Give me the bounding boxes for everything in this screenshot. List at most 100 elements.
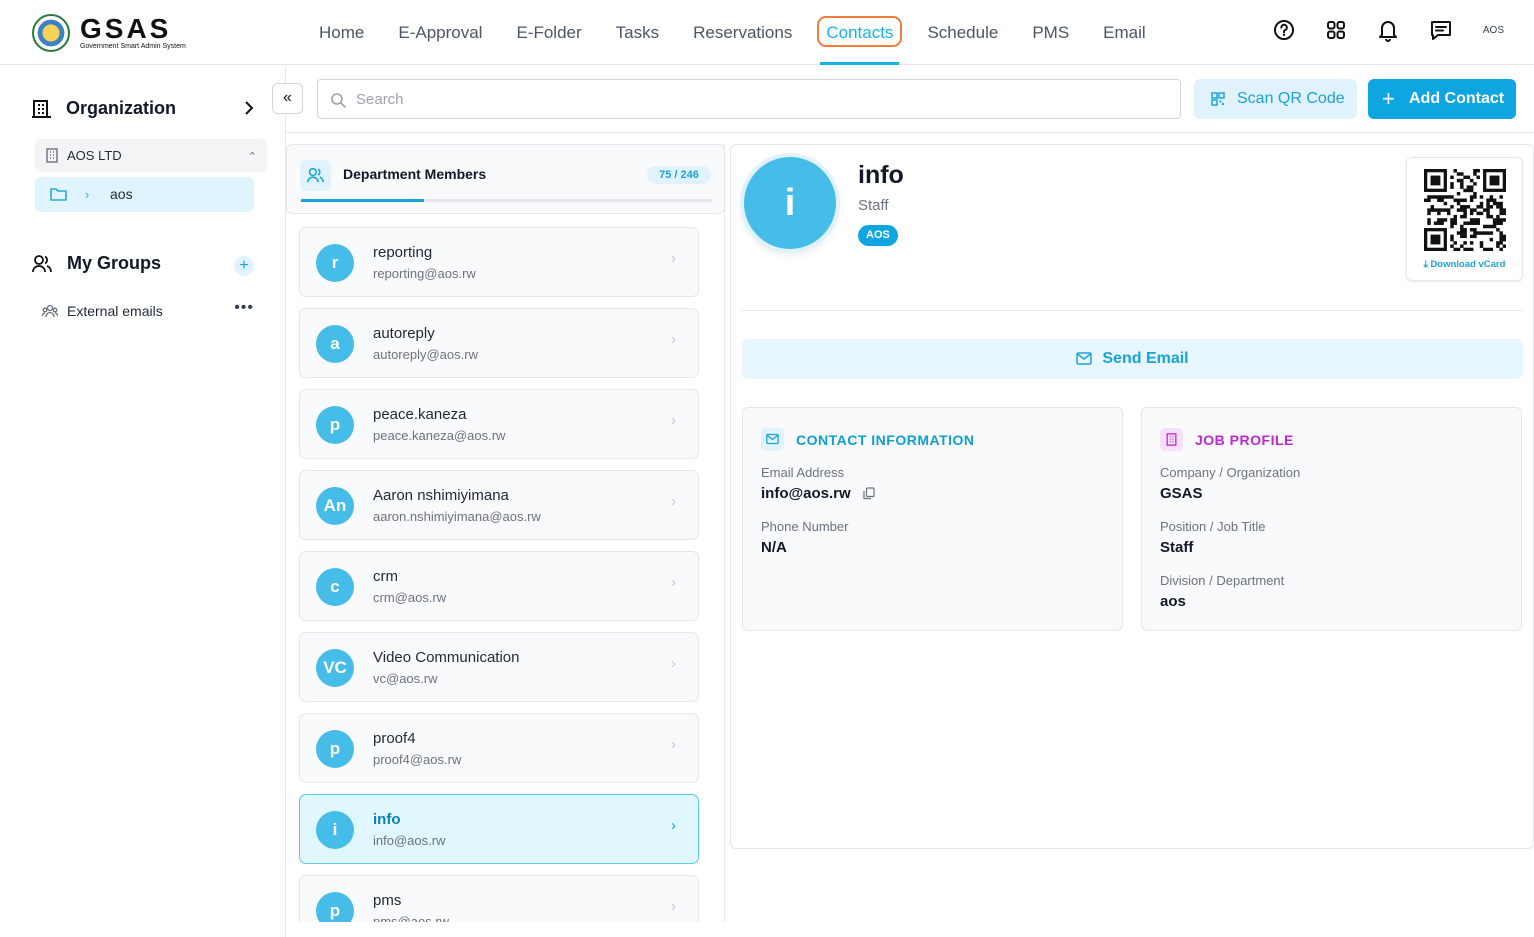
user-avatar[interactable]: AOS bbox=[1483, 25, 1504, 36]
company-label: Company / Organization bbox=[1160, 465, 1301, 480]
contact-information-heading: CONTACT INFORMATION bbox=[796, 432, 975, 448]
nav-pms[interactable]: PMS bbox=[1015, 0, 1086, 65]
search-icon bbox=[331, 93, 346, 108]
contact-item-email: vc@aos.rw bbox=[373, 671, 438, 686]
double-chevron-left-icon: « bbox=[283, 89, 292, 106]
more-options-icon[interactable]: ••• bbox=[234, 299, 254, 317]
apps-grid-icon[interactable] bbox=[1325, 19, 1347, 41]
users-icon bbox=[32, 254, 52, 272]
contact-detail: i info Staff AOS ⤓ Download vCard Send E… bbox=[730, 144, 1534, 849]
bell-icon[interactable] bbox=[1377, 18, 1399, 42]
search-input[interactable] bbox=[318, 80, 1180, 118]
scan-qr-button[interactable]: Scan QR Code bbox=[1194, 79, 1357, 119]
top-header: GSAS Government Smart Admin System Home … bbox=[0, 0, 1534, 65]
add-group-button[interactable]: + bbox=[234, 256, 254, 276]
download-vcard-label: Download vCard bbox=[1430, 259, 1506, 270]
contact-item-name: reporting bbox=[373, 244, 433, 261]
nav-reservations[interactable]: Reservations bbox=[676, 0, 809, 65]
contact-list-item[interactable]: VC Video Communication vc@aos.rw › bbox=[299, 632, 699, 702]
folder-icon bbox=[50, 188, 67, 201]
contact-item-email: proof4@aos.rw bbox=[373, 752, 462, 767]
download-vcard-link[interactable]: ⤓ Download vCard bbox=[1407, 259, 1522, 270]
logo-title: GSAS bbox=[80, 13, 172, 44]
contact-list-item[interactable]: p pms pms@aos.rw › bbox=[299, 875, 699, 922]
contact-list-item[interactable]: i info info@aos.rw › bbox=[299, 794, 699, 864]
chevron-right-icon: › bbox=[671, 655, 676, 672]
chevron-right-icon[interactable] bbox=[244, 100, 254, 116]
contact-list-item[interactable]: p proof4 proof4@aos.rw › bbox=[299, 713, 699, 783]
send-email-button[interactable]: Send Email bbox=[742, 339, 1523, 379]
chat-icon[interactable] bbox=[1429, 19, 1453, 41]
folder-item-aos[interactable]: › aos bbox=[35, 177, 254, 212]
chevron-right-icon: › bbox=[671, 736, 676, 753]
avatar: An bbox=[316, 487, 354, 525]
avatar: p bbox=[316, 406, 354, 444]
contact-item-email: info@aos.rw bbox=[373, 833, 446, 848]
nav-home[interactable]: Home bbox=[302, 0, 381, 65]
chevron-right-icon: › bbox=[671, 898, 676, 915]
chevron-right-icon: › bbox=[671, 331, 676, 348]
app-logo[interactable]: GSAS Government Smart Admin System bbox=[32, 14, 186, 52]
sidebar: Organization AOS LTD ⌃ › aos My Groups +… bbox=[0, 66, 286, 937]
group-label: External emails bbox=[67, 303, 163, 319]
group-icon bbox=[42, 304, 58, 318]
department-members-tab[interactable]: Department Members 75 / 246 bbox=[286, 144, 725, 214]
nav-e-approval[interactable]: E-Approval bbox=[381, 0, 499, 65]
sort-arrows-icon: ⌃ bbox=[247, 151, 257, 163]
job-profile-card: JOB PROFILE Company / Organization GSAS … bbox=[1141, 407, 1522, 631]
phone-value: N/A bbox=[761, 539, 787, 556]
nav-e-folder[interactable]: E-Folder bbox=[499, 0, 598, 65]
contact-list-item[interactable]: c crm crm@aos.rw › bbox=[299, 551, 699, 621]
building-icon bbox=[32, 99, 51, 118]
avatar: p bbox=[316, 892, 354, 922]
mail-icon bbox=[1076, 352, 1093, 365]
building-icon bbox=[1160, 428, 1183, 451]
avatar: i bbox=[316, 811, 354, 849]
group-item-external-emails[interactable]: External emails ••• bbox=[42, 299, 254, 319]
folder-label: aos bbox=[110, 186, 133, 202]
email-label: Email Address bbox=[761, 465, 845, 480]
contact-title: Staff bbox=[858, 197, 889, 214]
members-title: Department Members bbox=[343, 166, 487, 182]
nav-email[interactable]: Email bbox=[1086, 0, 1163, 65]
contact-list-item[interactable]: a autoreply autoreply@aos.rw › bbox=[299, 308, 699, 378]
nav-contacts[interactable]: Contacts bbox=[809, 0, 910, 65]
contact-list-item[interactable]: p peace.kaneza peace.kaneza@aos.rw › bbox=[299, 389, 699, 459]
chevron-right-icon: › bbox=[671, 493, 676, 510]
organization-title: Organization bbox=[66, 98, 177, 118]
contact-item-name: pms bbox=[373, 892, 402, 909]
contact-avatar: i bbox=[744, 157, 836, 249]
contact-item-email: peace.kaneza@aos.rw bbox=[373, 428, 506, 443]
contact-item-name: peace.kaneza bbox=[373, 406, 467, 423]
contact-name: info bbox=[858, 161, 904, 189]
contact-list-item[interactable]: r reporting reporting@aos.rw › bbox=[299, 227, 699, 297]
nav-schedule[interactable]: Schedule bbox=[910, 0, 1015, 65]
organization-select[interactable]: AOS LTD ⌃ bbox=[35, 139, 267, 172]
add-contact-button[interactable]: + Add Contact bbox=[1368, 79, 1516, 119]
members-progress-fill bbox=[301, 199, 425, 202]
nav-tasks[interactable]: Tasks bbox=[599, 0, 676, 65]
chevron-right-icon[interactable]: › bbox=[85, 177, 89, 212]
help-icon[interactable] bbox=[1273, 19, 1295, 41]
contact-item-name: proof4 bbox=[373, 730, 416, 747]
chevron-right-icon: › bbox=[671, 250, 676, 267]
contact-item-email: autoreply@aos.rw bbox=[373, 347, 478, 362]
qr-code-card[interactable]: ⤓ Download vCard bbox=[1406, 157, 1523, 281]
contact-item-email: crm@aos.rw bbox=[373, 590, 447, 605]
organization-header[interactable]: Organization bbox=[32, 98, 254, 119]
search-field[interactable] bbox=[317, 79, 1181, 119]
contact-item-name: info bbox=[373, 811, 401, 828]
scan-qr-label: Scan QR Code bbox=[1237, 90, 1345, 107]
qr-code-icon bbox=[1211, 92, 1225, 106]
copy-icon[interactable] bbox=[863, 487, 875, 500]
mail-icon bbox=[761, 428, 784, 451]
members-count-badge: 75 / 246 bbox=[647, 166, 711, 184]
collapse-sidebar-button[interactable]: « bbox=[272, 83, 303, 114]
plus-icon: + bbox=[1382, 86, 1395, 111]
contact-item-email: aaron.nshimiyimana@aos.rw bbox=[373, 509, 541, 524]
contact-list-item[interactable]: An Aaron nshimiyimana aaron.nshimiyimana@a… bbox=[299, 470, 699, 540]
contact-item-name: crm bbox=[373, 568, 398, 585]
my-groups-title: My Groups bbox=[67, 253, 162, 273]
chevron-right-icon: › bbox=[671, 574, 676, 591]
division-label: Division / Department bbox=[1160, 573, 1285, 588]
